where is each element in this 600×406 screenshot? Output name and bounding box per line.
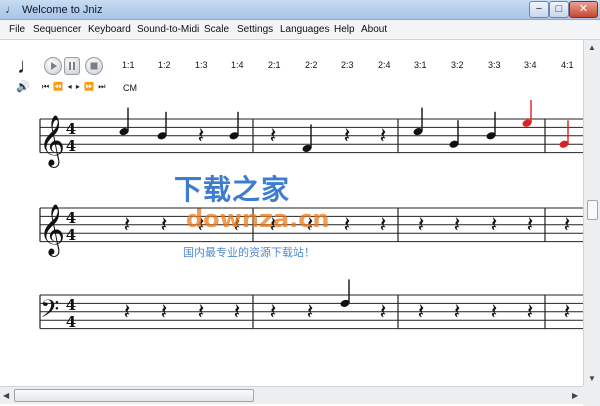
minimize-button[interactable]: − — [529, 1, 549, 18]
watermark-site: downza.cn — [186, 205, 330, 233]
quarter-rest: 𝄽 — [344, 213, 351, 238]
quarter-rest: 𝄽 — [198, 300, 205, 325]
scroll-right-icon[interactable]: ▶ — [572, 391, 578, 400]
quarter-rest: 𝄽 — [418, 300, 425, 325]
time-signature-top: 4 — [66, 209, 76, 227]
quarter-rest: 𝄽 — [418, 213, 425, 238]
quarter-rest: 𝄽 — [564, 300, 571, 325]
menu-scale[interactable]: Scale — [204, 24, 229, 35]
horizontal-scroll-thumb[interactable] — [14, 389, 254, 402]
menu-settings[interactable]: Settings — [237, 24, 273, 35]
quarter-rest: 𝄽 — [491, 213, 498, 238]
menu-help[interactable]: Help — [334, 24, 355, 35]
play-button[interactable] — [44, 57, 62, 75]
pause-icon — [69, 62, 75, 70]
treble-clef: 𝄞 — [39, 204, 65, 257]
menu-sound-to-midi[interactable]: Sound-to-Midi — [137, 24, 199, 35]
quarter-note-icon[interactable]: ♩ — [17, 53, 39, 79]
quarter-rest: 𝄽 — [491, 300, 498, 325]
bass-clef: 𝄢 — [40, 295, 59, 330]
watermark-slogan: 国内最专业的资源下载站！ — [183, 246, 315, 259]
title-bar: ♩ Welcome to Jniz − □ ✕ — [0, 0, 600, 20]
quarter-rest: 𝄽 — [564, 213, 571, 238]
scroll-left-icon[interactable]: ◀ — [3, 391, 9, 400]
time-signature-bottom: 4 — [66, 313, 76, 331]
quarter-rest: 𝄽 — [270, 124, 277, 149]
quarter-rest: 𝄽 — [527, 213, 534, 238]
quarter-rest: 𝄽 — [454, 213, 461, 238]
stop-button[interactable] — [85, 57, 103, 75]
treble-clef: 𝄞 — [39, 115, 65, 168]
ratio-option[interactable]: 3:4 — [524, 60, 537, 70]
horizontal-scrollbar[interactable]: ◀ ▶ — [0, 386, 583, 404]
scrollbar-corner — [583, 386, 600, 406]
ratio-option[interactable]: 1:2 — [158, 60, 171, 70]
ratio-option[interactable]: 4:1 — [561, 60, 574, 70]
menu-bar: File Sequencer Keyboard Sound-to-Midi Sc… — [0, 20, 600, 40]
quarter-rest: 𝄽 — [380, 213, 387, 238]
vertical-scroll-thumb[interactable] — [587, 200, 598, 220]
quarter-rest: 𝄽 — [270, 300, 277, 325]
quarter-rest: 𝄽 — [161, 213, 168, 238]
quarter-rest: 𝄽 — [124, 213, 131, 238]
navigation-icons[interactable]: ⏮ ⏪ ◂ ▸ ⏩ ⏭ — [42, 82, 106, 92]
menu-about[interactable]: About — [361, 24, 387, 35]
quarter-rest: 𝄽 — [527, 300, 534, 325]
close-button[interactable]: ✕ — [569, 1, 598, 18]
quarter-rest: 𝄽 — [234, 300, 241, 325]
ratio-option[interactable]: 1:4 — [231, 60, 244, 70]
scroll-down-icon[interactable]: ▼ — [588, 374, 596, 383]
menu-languages[interactable]: Languages — [280, 24, 330, 35]
ratio-option[interactable]: 2:4 — [378, 60, 391, 70]
quarter-rest: 𝄽 — [198, 124, 205, 149]
music-note-icon: ♩ — [5, 2, 17, 16]
ratio-option[interactable]: 2:3 — [341, 60, 354, 70]
quarter-rest: 𝄽 — [344, 124, 351, 149]
volume-icon[interactable]: 🔊 — [16, 80, 30, 93]
music-score[interactable]: 𝄞 44𝄞 44𝄢 44𝄽 𝄽 𝄽 𝄽𝄽 𝄽 𝄽 𝄽 𝄽 𝄽 𝄽 𝄽 𝄽 𝄽 𝄽 𝄽 𝄽𝄽 𝄽 𝄽 𝄽 𝄽 𝄽 𝄽 𝄽 𝄽 𝄽 𝄽 𝄽 — [0, 100, 583, 384]
ratio-option[interactable]: 2:2 — [305, 60, 318, 70]
stop-icon — [90, 62, 98, 70]
time-signature-top: 4 — [66, 120, 76, 138]
quarter-rest: 𝄽 — [380, 300, 387, 325]
watermark-title: 下载之家 — [174, 173, 291, 206]
time-signature-bottom: 4 — [66, 137, 76, 155]
ratio-option[interactable]: 3:1 — [414, 60, 427, 70]
quarter-rest: 𝄽 — [307, 300, 314, 325]
time-signature-bottom: 4 — [66, 226, 76, 244]
ratio-option[interactable]: 3:2 — [451, 60, 464, 70]
time-signature-top: 4 — [66, 296, 76, 314]
ratio-option[interactable]: 1:1 — [122, 60, 135, 70]
key-signature-label: CM — [123, 83, 137, 93]
ratio-option[interactable]: 2:1 — [268, 60, 281, 70]
maximize-button[interactable]: □ — [549, 1, 569, 18]
pause-button[interactable] — [64, 57, 80, 75]
quarter-rest: 𝄽 — [454, 300, 461, 325]
ratio-option[interactable]: 1:3 — [195, 60, 208, 70]
quarter-rest: 𝄽 — [161, 300, 168, 325]
vertical-scrollbar[interactable]: ▲ ▼ — [583, 40, 600, 386]
menu-keyboard[interactable]: Keyboard — [88, 24, 131, 35]
scroll-up-icon[interactable]: ▲ — [588, 43, 596, 52]
menu-file[interactable]: File — [9, 24, 25, 35]
quarter-rest: 𝄽 — [380, 124, 387, 149]
window-title: Welcome to Jniz — [22, 4, 103, 16]
ratio-option[interactable]: 3:3 — [488, 60, 501, 70]
menu-sequencer[interactable]: Sequencer — [33, 24, 81, 35]
play-icon — [51, 62, 57, 70]
quarter-rest: 𝄽 — [124, 300, 131, 325]
